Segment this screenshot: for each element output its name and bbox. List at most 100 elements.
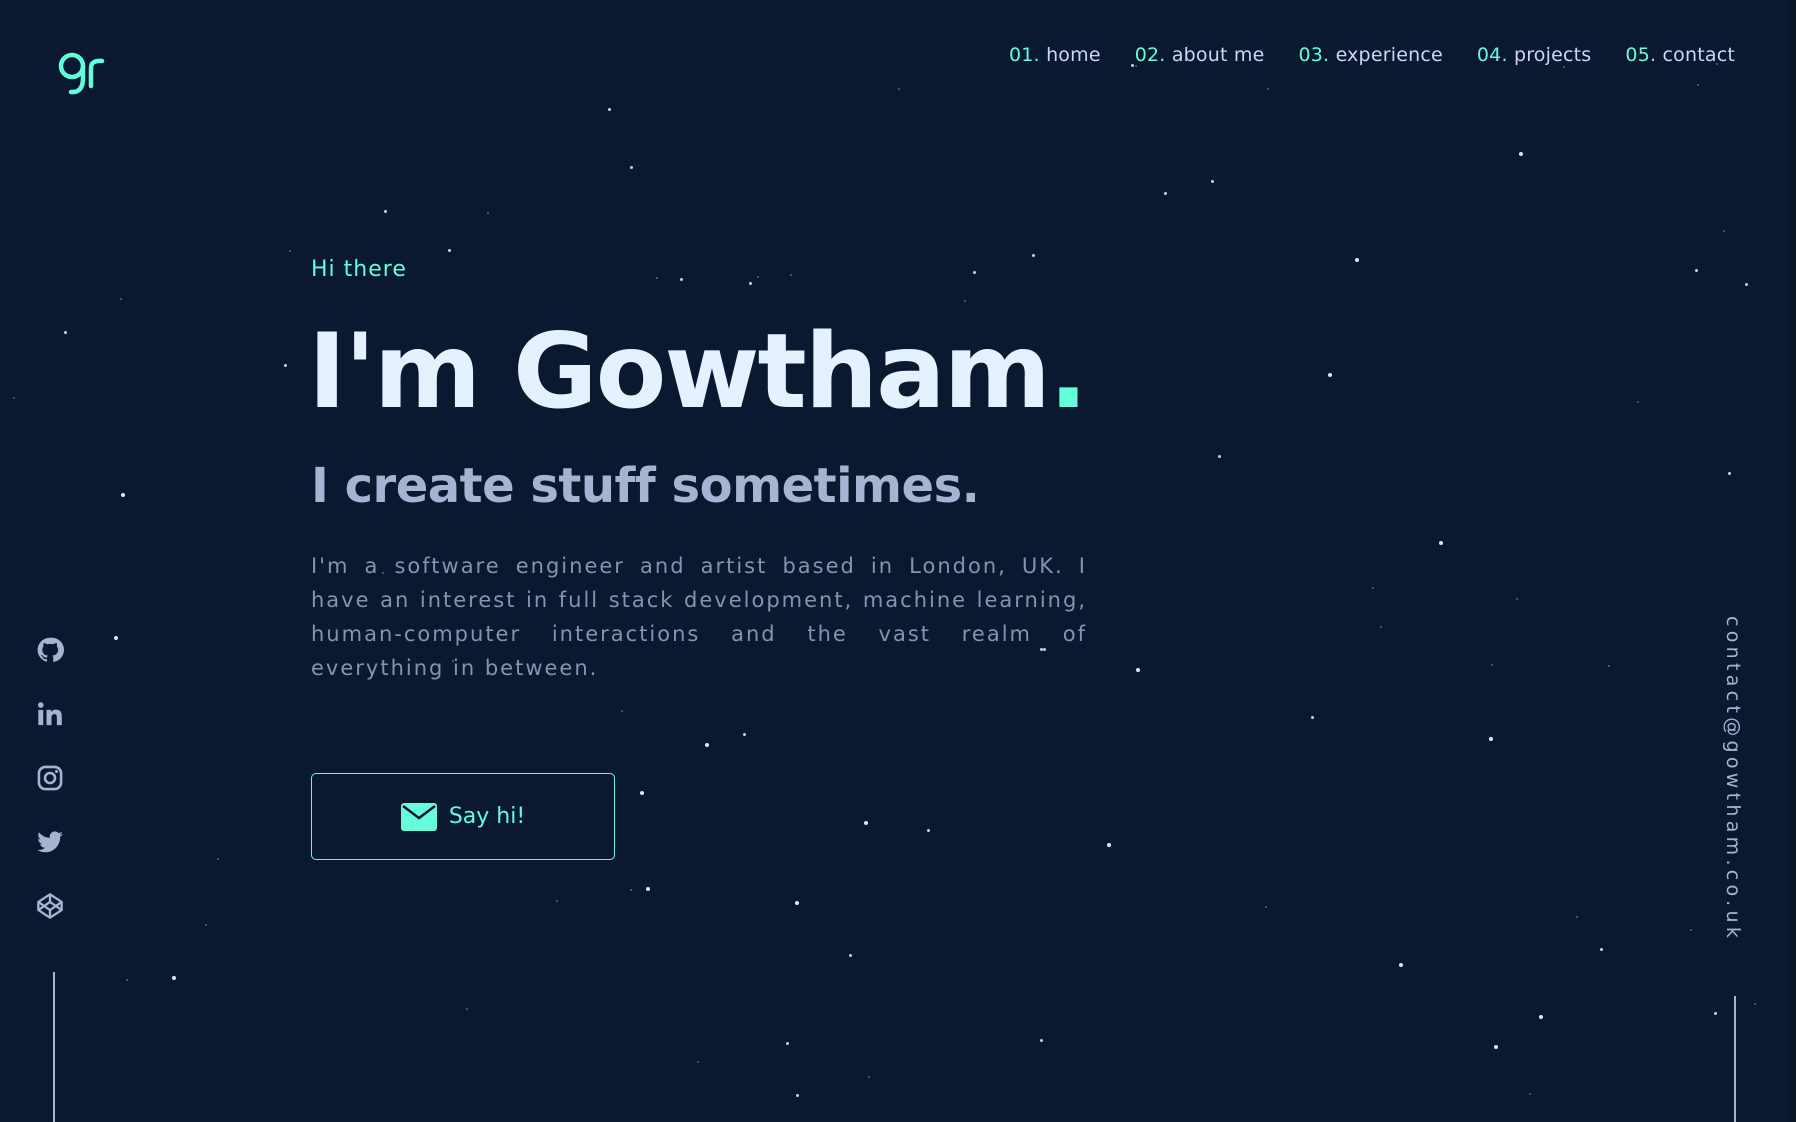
star bbox=[757, 276, 759, 278]
instagram-icon bbox=[37, 765, 63, 791]
star bbox=[205, 924, 207, 926]
star bbox=[621, 710, 623, 712]
star bbox=[973, 271, 976, 274]
star bbox=[1267, 88, 1269, 90]
nav-item-number: 02. bbox=[1134, 44, 1166, 66]
star bbox=[121, 493, 125, 497]
star bbox=[126, 979, 128, 981]
star bbox=[656, 277, 658, 279]
twitter-link[interactable] bbox=[36, 828, 64, 856]
top-navigation: 01. home 02. about me 03. experience 04.… bbox=[1009, 44, 1735, 66]
star bbox=[790, 274, 792, 276]
vertical-email-link[interactable]: contact@gowtham.co.uk bbox=[1722, 616, 1744, 942]
star bbox=[1489, 737, 1493, 741]
star bbox=[608, 108, 611, 111]
scrollbar-track[interactable] bbox=[1790, 0, 1796, 1122]
star bbox=[120, 298, 122, 300]
star bbox=[927, 829, 930, 832]
star bbox=[1637, 401, 1639, 403]
linkedin-link[interactable] bbox=[36, 700, 64, 728]
star bbox=[1519, 152, 1523, 156]
star bbox=[13, 397, 15, 399]
star bbox=[1311, 716, 1314, 719]
star bbox=[705, 743, 709, 747]
star bbox=[1399, 963, 1403, 967]
nav-item-label: home bbox=[1046, 44, 1101, 66]
headline-name: I'm Gowtham bbox=[308, 312, 1051, 432]
nav-item-contact[interactable]: 05. contact bbox=[1625, 44, 1735, 66]
say-hi-button[interactable]: Say hi! bbox=[311, 773, 615, 860]
nav-item-experience[interactable]: 03. experience bbox=[1298, 44, 1442, 66]
nav-item-number: 03. bbox=[1298, 44, 1330, 66]
star bbox=[849, 954, 852, 957]
hero-bio: I'm a software engineer and artist based… bbox=[311, 554, 1087, 680]
star bbox=[1211, 180, 1214, 183]
star bbox=[1491, 664, 1493, 666]
star bbox=[1745, 283, 1748, 286]
star bbox=[1563, 66, 1565, 68]
nav-item-label: contact bbox=[1662, 44, 1735, 66]
nav-item-label: about me bbox=[1171, 44, 1265, 66]
hero-headline: I'm Gowtham. bbox=[308, 318, 1088, 426]
star bbox=[384, 210, 387, 213]
star bbox=[1439, 541, 1443, 545]
codepen-icon bbox=[37, 893, 63, 919]
instagram-link[interactable] bbox=[36, 764, 64, 792]
star bbox=[1355, 258, 1359, 262]
star bbox=[898, 88, 900, 90]
star bbox=[1218, 455, 1221, 458]
star bbox=[1040, 1039, 1043, 1042]
star bbox=[697, 1061, 699, 1063]
star bbox=[1494, 1045, 1498, 1049]
greeting-text: Hi there bbox=[311, 257, 407, 282]
nav-item-label: experience bbox=[1335, 44, 1443, 66]
nav-item-number: 05. bbox=[1625, 44, 1657, 66]
star bbox=[1697, 84, 1699, 86]
nav-item-projects[interactable]: 04. projects bbox=[1477, 44, 1592, 66]
star bbox=[172, 976, 176, 980]
email-divider-line bbox=[1734, 996, 1736, 1122]
star bbox=[868, 1076, 870, 1078]
star bbox=[786, 1042, 789, 1045]
star bbox=[630, 166, 633, 169]
github-link[interactable] bbox=[36, 636, 64, 664]
star bbox=[466, 1008, 468, 1010]
star bbox=[630, 889, 632, 891]
star bbox=[1380, 626, 1382, 628]
say-hi-label: Say hi! bbox=[448, 804, 526, 829]
star bbox=[743, 733, 746, 736]
social-links bbox=[36, 636, 72, 920]
social-divider-line bbox=[53, 972, 55, 1122]
star bbox=[796, 1094, 799, 1097]
star bbox=[1695, 269, 1698, 272]
star bbox=[864, 821, 868, 825]
star bbox=[284, 364, 287, 367]
linkedin-icon bbox=[37, 702, 62, 726]
nav-item-label: projects bbox=[1513, 44, 1592, 66]
star bbox=[217, 858, 219, 860]
star bbox=[64, 331, 67, 334]
nav-item-home[interactable]: 01. home bbox=[1009, 44, 1101, 66]
logo-icon[interactable] bbox=[55, 48, 109, 98]
github-icon bbox=[37, 637, 64, 662]
star bbox=[680, 278, 683, 281]
headline-accent-dot: . bbox=[1048, 312, 1088, 432]
codepen-link[interactable] bbox=[36, 892, 64, 920]
star bbox=[640, 791, 644, 795]
nav-item-number: 01. bbox=[1008, 44, 1040, 66]
star bbox=[1032, 254, 1035, 257]
star bbox=[1539, 1015, 1543, 1019]
star bbox=[1107, 843, 1111, 847]
envelope-icon bbox=[400, 802, 437, 831]
star bbox=[1529, 1093, 1531, 1095]
nav-item-about-me[interactable]: 02. about me bbox=[1135, 44, 1265, 66]
star bbox=[1516, 598, 1518, 600]
star bbox=[1136, 668, 1140, 672]
star bbox=[1600, 948, 1603, 951]
star bbox=[487, 212, 489, 214]
twitter-icon bbox=[37, 831, 63, 853]
star bbox=[448, 249, 451, 252]
nav-item-number: 04. bbox=[1476, 44, 1508, 66]
star bbox=[114, 636, 118, 640]
star bbox=[749, 282, 752, 285]
